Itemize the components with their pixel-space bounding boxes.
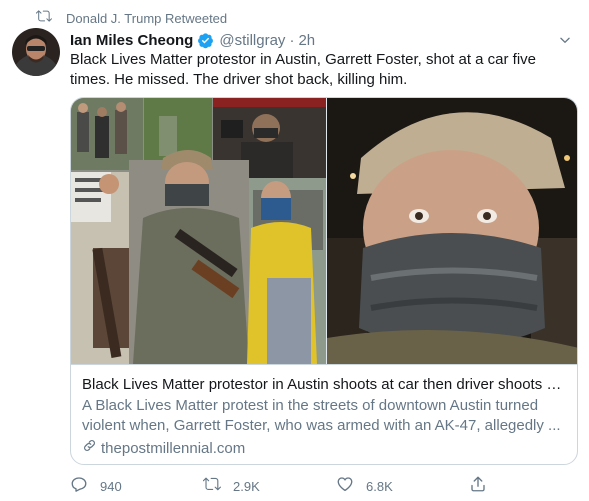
card-description: A Black Lives Matter protest in the stre… [82, 397, 561, 434]
card-domain-text: thepostmillennial.com [101, 439, 246, 457]
card-text-area[interactable]: Black Lives Matter protestor in Austin s… [71, 364, 577, 464]
like-button[interactable]: 6.8K [336, 476, 469, 496]
separator-dot: · [289, 31, 295, 49]
card-image[interactable] [71, 98, 577, 364]
reply-button[interactable]: 940 [70, 476, 203, 496]
retweet-icon [35, 8, 66, 29]
share-button[interactable] [469, 476, 487, 496]
share-icon [469, 475, 487, 498]
card-title[interactable]: Black Lives Matter protestor in Austin s… [82, 375, 566, 395]
reply-icon [70, 475, 88, 498]
author-name[interactable]: Ian Miles Cheong [70, 32, 193, 49]
retweet-button[interactable]: 2.9K [202, 475, 336, 498]
tweet-actions: 940 2.9K 6.8K [70, 476, 500, 496]
link-preview-card[interactable]: Black Lives Matter protestor in Austin s… [70, 97, 578, 465]
verified-badge-icon [197, 32, 214, 49]
tweet-text: Black Lives Matter protestor in Austin, … [70, 51, 537, 88]
author-handle[interactable]: @stillgray [219, 32, 285, 49]
link-icon [82, 438, 101, 459]
avatar[interactable] [12, 28, 60, 76]
tweet-timestamp[interactable]: 2h [298, 32, 315, 49]
retweeted-by-label[interactable]: Donald J. Trump Retweeted [66, 11, 227, 26]
heart-icon [336, 475, 354, 498]
retweeted-by-row[interactable]: Donald J. Trump Retweeted [35, 8, 227, 29]
tweet-header: Ian Miles Cheong @stillgray · 2h [70, 30, 575, 50]
retweet-count: 2.9K [233, 478, 260, 494]
card-domain: thepostmillennial.com [82, 438, 566, 459]
retweet-action-icon [202, 475, 221, 498]
like-count: 6.8K [366, 478, 393, 494]
reply-count: 940 [100, 478, 122, 494]
chevron-down-icon[interactable] [555, 30, 575, 50]
